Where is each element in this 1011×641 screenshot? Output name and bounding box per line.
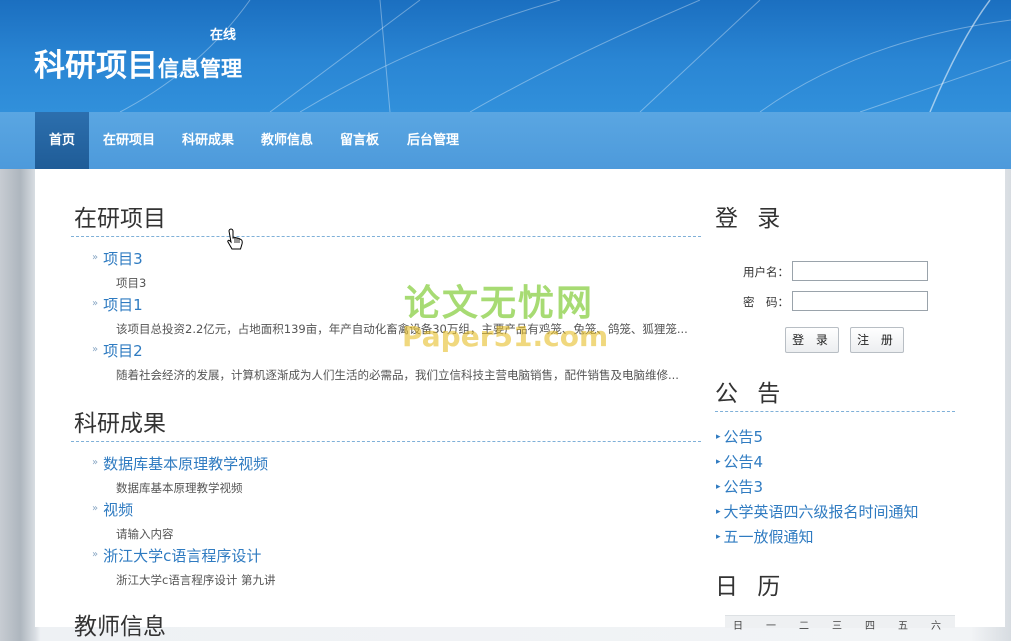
- username-input[interactable]: [792, 261, 928, 281]
- watermark: 论文无忧网 Paper51.com: [402, 274, 612, 354]
- calendar-weekday: 六: [931, 621, 941, 632]
- notice-title: 公 告: [715, 381, 787, 407]
- notice-item[interactable]: ▸ 公告4: [716, 451, 763, 472]
- bullet-icon: »: [92, 549, 99, 560]
- arrow-right-icon: ▸: [716, 482, 721, 492]
- bullet-icon: »: [92, 457, 99, 468]
- result-item-desc: 请输入内容: [116, 527, 174, 541]
- result-item-desc: 数据库基本原理教学视频: [116, 481, 243, 495]
- project-item-title[interactable]: » 项目3: [92, 248, 143, 269]
- nav-item-teachers[interactable]: 教师信息: [261, 112, 313, 169]
- site-tag: 在线: [210, 28, 237, 43]
- project-item-desc: 随着社会经济的发展，计算机逐渐成为人们生活的必需品，我们立信科技主营电脑销售，配…: [116, 368, 679, 382]
- nav-item-admin[interactable]: 后台管理: [407, 112, 459, 169]
- section-title-projects: 在研项目: [74, 206, 166, 232]
- content-panel: 在研项目 » 项目3 项目3 » 项目1 该项目总投资2.2亿元，占地面积139亩，…: [35, 169, 1005, 640]
- username-label: 用户名：: [743, 265, 789, 279]
- notice-item[interactable]: ▸ 公告5: [716, 426, 763, 447]
- nav-item-results[interactable]: 科研成果: [182, 112, 234, 169]
- calendar-weekday: 一: [766, 621, 776, 632]
- main-nav: 首页 在研项目 科研成果 教师信息 留言板 后台管理: [0, 112, 1011, 169]
- result-item-title[interactable]: » 视频: [92, 499, 133, 520]
- hand-pointer-icon: [227, 228, 243, 250]
- watermark-line2: Paper51.com: [402, 320, 609, 353]
- bullet-icon: »: [92, 298, 99, 309]
- calendar-weekday: 五: [898, 621, 908, 632]
- result-item-title[interactable]: » 数据库基本原理教学视频: [92, 453, 268, 474]
- result-item-title[interactable]: » 浙江大学c语言程序设计: [92, 545, 261, 566]
- bullet-icon: »: [92, 252, 99, 263]
- site-header: 科研项目信息管理 在线: [0, 0, 1011, 112]
- project-item-title[interactable]: » 项目2: [92, 340, 143, 361]
- site-title-sub: 信息管理: [158, 57, 242, 81]
- section-divider: [71, 441, 701, 442]
- notice-item[interactable]: ▸ 公告3: [716, 476, 763, 497]
- calendar-weekday: 三: [832, 621, 842, 632]
- nav-item-guestbook[interactable]: 留言板: [340, 112, 379, 169]
- login-button[interactable]: 登 录: [785, 327, 839, 353]
- calendar-title: 日 历: [715, 574, 787, 600]
- arrow-right-icon: ▸: [716, 457, 721, 467]
- nav-item-home[interactable]: 首页: [35, 112, 89, 169]
- project-item-title[interactable]: » 项目1: [92, 294, 143, 315]
- nav-item-projects[interactable]: 在研项目: [103, 112, 155, 169]
- site-title: 科研项目信息管理: [34, 40, 242, 85]
- section-title-results: 科研成果: [74, 411, 166, 437]
- notice-item[interactable]: ▸ 大学英语四六级报名时间通知: [716, 501, 919, 522]
- section-divider: [715, 411, 955, 412]
- login-title: 登 录: [715, 206, 787, 232]
- watermark-line1: 论文无忧网: [404, 283, 595, 324]
- site-title-main: 科研项目: [34, 48, 158, 84]
- password-input[interactable]: [792, 291, 928, 311]
- password-label: 密 码：: [743, 295, 789, 309]
- bullet-icon: »: [92, 344, 99, 355]
- section-divider: [71, 236, 701, 237]
- calendar-header-row: 日 一 二 三 四 五 六: [725, 615, 955, 632]
- bullet-icon: »: [92, 503, 99, 514]
- calendar-weekday: 日: [733, 621, 743, 632]
- arrow-right-icon: ▸: [716, 532, 721, 542]
- arrow-right-icon: ▸: [716, 432, 721, 442]
- section-title-teachers: 教师信息: [74, 614, 166, 640]
- notice-item[interactable]: ▸ 五一放假通知: [716, 526, 814, 547]
- result-item-desc: 浙江大学c语言程序设计 第九讲: [116, 573, 276, 587]
- calendar-weekday: 四: [865, 621, 875, 632]
- register-button[interactable]: 注 册: [850, 327, 904, 353]
- calendar-weekday: 二: [799, 621, 809, 632]
- arrow-right-icon: ▸: [716, 507, 721, 517]
